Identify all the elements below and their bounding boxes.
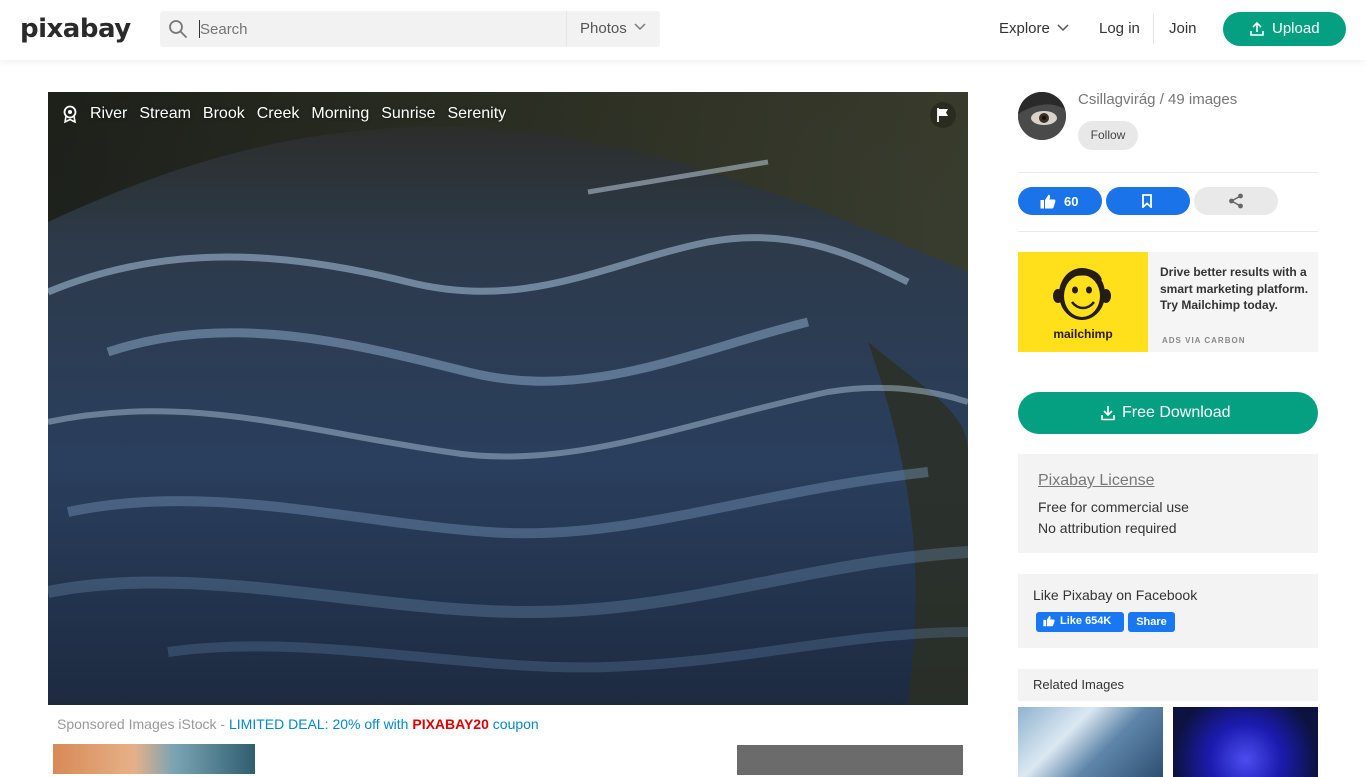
- mailchimp-ad-image: mailchimp: [1018, 252, 1148, 352]
- download-icon: [1101, 406, 1115, 421]
- header: pixabay Photos Explore Log in Join Uploa…: [0, 0, 1366, 60]
- related-image-thumbnail[interactable]: [1173, 707, 1318, 777]
- mailchimp-logo-icon: [1053, 268, 1111, 320]
- like-count: 60: [1064, 194, 1079, 209]
- thumbs-up-icon: [1040, 194, 1056, 209]
- sponsor-prefix: Sponsored Images iStock -: [57, 716, 229, 732]
- report-flag-icon[interactable]: [928, 102, 958, 128]
- follow-button[interactable]: Follow: [1078, 121, 1138, 150]
- upload-label: Upload: [1272, 20, 1320, 37]
- search-icon[interactable]: [168, 19, 188, 39]
- join-link[interactable]: Join: [1169, 20, 1197, 37]
- facebook-box: Like Pixabay on Facebook Like 654K Share: [1018, 574, 1318, 648]
- bookmark-button[interactable]: [1106, 187, 1190, 215]
- deal-link[interactable]: LIMITED DEAL: 20% off with: [229, 716, 412, 732]
- ad-text[interactable]: Drive better results with a smart market…: [1160, 264, 1310, 314]
- tag-link[interactable]: Brook: [203, 105, 245, 123]
- ads-via-carbon[interactable]: ADS VIA CARBON: [1162, 336, 1245, 345]
- pixabay-logo[interactable]: pixabay: [20, 14, 131, 44]
- facebook-buttons: Like 654K Share: [1036, 612, 1175, 632]
- media-type-select[interactable]: Photos: [566, 11, 660, 47]
- search-bar: Photos: [160, 11, 720, 47]
- tag-link[interactable]: Sunrise: [381, 105, 435, 123]
- like-button[interactable]: 60: [1018, 187, 1102, 215]
- facebook-share-button[interactable]: Share: [1128, 612, 1175, 632]
- author-name[interactable]: Csillagvirág / 49 images: [1078, 91, 1237, 108]
- chevron-down-icon: [1057, 24, 1069, 32]
- sponsored-thumbnail[interactable]: [53, 744, 255, 774]
- sponsored-images-line: Sponsored Images iStock - LIMITED DEAL: …: [57, 716, 539, 732]
- tag-link[interactable]: Creek: [257, 105, 300, 123]
- facebook-title: Like Pixabay on Facebook: [1033, 587, 1198, 603]
- chevron-down-icon: [634, 23, 646, 31]
- free-download-button[interactable]: Free Download: [1018, 392, 1318, 434]
- carbon-ad[interactable]: mailchimp Drive better results with a sm…: [1018, 252, 1318, 352]
- avatar[interactable]: [1018, 92, 1066, 140]
- coupon-code[interactable]: PIXABAY20: [412, 716, 489, 732]
- facebook-like-label: Like 654K: [1060, 615, 1112, 627]
- sponsored-thumbnail[interactable]: [737, 745, 963, 775]
- bookmark-icon: [1142, 194, 1152, 208]
- author-avatar-image: [1018, 92, 1066, 140]
- divider: [1018, 231, 1318, 232]
- login-link[interactable]: Log in: [1099, 20, 1140, 37]
- explore-label: Explore: [999, 20, 1050, 37]
- explore-menu[interactable]: Explore: [999, 20, 1069, 37]
- tag-link[interactable]: Morning: [311, 105, 369, 123]
- river-photo-image: [48, 92, 968, 705]
- share-icon: [1229, 193, 1243, 209]
- license-line: Free for commercial use: [1038, 499, 1189, 515]
- license-link[interactable]: Pixabay License: [1038, 472, 1298, 490]
- main-photo[interactable]: River Stream Brook Creek Morning Sunrise…: [48, 92, 968, 705]
- media-type-label: Photos: [580, 20, 627, 37]
- nav-divider: [1153, 14, 1154, 44]
- tag-list: River Stream Brook Creek Morning Sunrise…: [62, 105, 518, 123]
- upload-button[interactable]: Upload: [1223, 12, 1346, 46]
- related-images-heading: Related Images: [1018, 669, 1318, 701]
- download-label: Free Download: [1122, 404, 1231, 421]
- license-box: Pixabay License Free for commercial use …: [1018, 454, 1318, 553]
- upload-icon: [1250, 21, 1264, 36]
- thumbs-up-icon: [1043, 615, 1055, 627]
- tag-link[interactable]: Stream: [139, 105, 191, 123]
- tag-link[interactable]: River: [90, 105, 127, 123]
- award-icon: [63, 105, 77, 123]
- divider: [1018, 172, 1318, 173]
- deal-suffix[interactable]: coupon: [489, 716, 539, 732]
- share-button[interactable]: [1194, 187, 1278, 215]
- ad-brand: mailchimp: [1053, 327, 1113, 341]
- facebook-like-button[interactable]: Like 654K: [1036, 612, 1124, 632]
- license-line: No attribution required: [1038, 520, 1177, 536]
- tag-link[interactable]: Serenity: [447, 105, 506, 123]
- related-image-thumbnail[interactable]: [1018, 707, 1163, 777]
